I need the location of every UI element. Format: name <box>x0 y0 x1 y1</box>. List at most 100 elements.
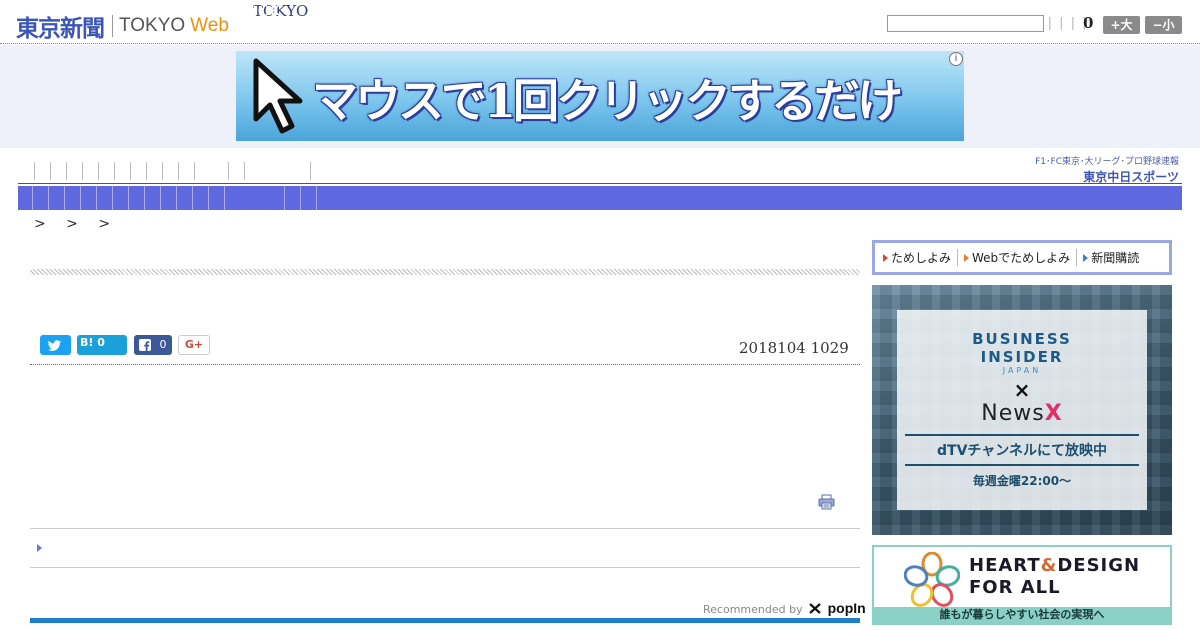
counter: 0 <box>1083 14 1094 32</box>
nav-separator <box>192 186 193 210</box>
ad-brand-line3: JAPAN <box>1002 366 1042 375</box>
list-arrow-icon[interactable] <box>37 544 42 552</box>
nav-item[interactable] <box>178 162 179 180</box>
ad-title-heart: HEART <box>969 555 1041 576</box>
triangle-icon <box>964 253 970 262</box>
web-trial-read-link[interactable]: Webでためしよみ <box>964 249 1078 266</box>
nav-separator <box>80 186 81 210</box>
hatena-icon: B! <box>80 336 94 349</box>
nav-item[interactable] <box>66 162 67 180</box>
banner-text: マウスで1回クリックするだけ <box>312 74 903 128</box>
breadcrumb[interactable]: > > > <box>34 216 118 232</box>
newsx-logo: NewsX <box>897 401 1147 426</box>
flower-logo-icon <box>904 552 960 607</box>
trial-read-link[interactable]: ためしよみ <box>883 249 959 266</box>
logo-japanese: 東京新聞 <box>16 16 105 42</box>
nav-item[interactable] <box>114 162 115 180</box>
nav-item[interactable] <box>162 162 163 180</box>
ad-title-line2: FOR ALL <box>969 577 1061 598</box>
nav-separator <box>144 186 145 210</box>
logo-tokyo: TOKYO <box>119 15 186 36</box>
nav-separator <box>160 186 161 210</box>
ad-title: HEART&DESIGN FOR ALL <box>969 555 1140 599</box>
category-nav <box>18 158 1018 184</box>
subscribe-link[interactable]: 新聞購読 <box>1083 249 1145 266</box>
nav-item[interactable] <box>98 162 99 180</box>
print-icon[interactable] <box>818 494 835 510</box>
ad-info-icon[interactable]: i <box>949 52 963 66</box>
triangle-icon <box>883 253 888 262</box>
nav-separator <box>48 186 49 210</box>
popin-logo-icon <box>809 603 821 614</box>
related-bottom-rule <box>30 567 860 568</box>
web-trial-read-label: Webでためしよみ <box>972 251 1071 265</box>
nav-item[interactable] <box>34 162 35 180</box>
business-insider-ad[interactable]: BUSINESS INSIDER JAPAN × NewsX dTVチャンネルに… <box>872 285 1172 535</box>
nav-item[interactable] <box>82 162 83 180</box>
twitter-icon <box>48 340 61 351</box>
ad-card: BUSINESS INSIDER JAPAN × NewsX dTVチャンネルに… <box>897 310 1147 510</box>
popin-brand: popIn <box>827 600 866 616</box>
nav-separator <box>208 186 209 210</box>
newsx-x: X <box>1044 401 1063 426</box>
section-footer-bar <box>30 618 860 623</box>
chunichi-sports-link[interactable]: F1･FC東京･大リーグ･プロ野球速報 東京中日スポーツ <box>1027 154 1179 185</box>
nav-item[interactable] <box>228 162 229 180</box>
facebook-count: 0 <box>159 338 167 351</box>
recommended-label: Recommended by <box>703 603 803 616</box>
nav-divider <box>18 183 1182 184</box>
font-size-small-button[interactable]: −小 <box>1145 16 1182 34</box>
triangle-icon <box>1083 253 1089 262</box>
section-nav <box>18 186 1182 210</box>
facebook-share-button[interactable]: 0 <box>134 335 172 355</box>
nav-separator <box>32 186 33 210</box>
nav-item[interactable] <box>310 162 311 180</box>
ext-link-caption: F1･FC東京･大リーグ･プロ野球速報 <box>1035 157 1179 167</box>
newsx-main: News <box>981 401 1045 426</box>
ad-brand-line2: INSIDER <box>980 348 1064 366</box>
nav-separator <box>176 186 177 210</box>
nav-separator <box>300 186 301 210</box>
nav-separator <box>96 186 97 210</box>
hatena-count: 0 <box>97 336 105 349</box>
logo-web: Web <box>190 15 229 36</box>
trial-read-label: ためしよみ <box>891 251 952 265</box>
banner-ad[interactable]: マウスで1回クリックするだけ <box>236 51 964 141</box>
ad-title-design: DESIGN <box>1057 555 1141 576</box>
google-plus-button[interactable]: G+ <box>178 335 210 355</box>
nav-separator <box>128 186 129 210</box>
recommended-by[interactable]: Recommended by popIn <box>703 600 866 616</box>
nav-item[interactable] <box>146 162 147 180</box>
heart-design-ad[interactable]: HEART&DESIGN FOR ALL 誰もが暮らしやすい社会の実現へ <box>872 545 1172 625</box>
ad-title-amp: & <box>1040 555 1058 576</box>
subscribe-label: 新聞購読 <box>1091 251 1140 265</box>
site-header: 東京新聞 TOKYO Web | | | | 0 +大 −小 <box>0 0 1200 44</box>
article-divider <box>30 269 860 275</box>
nav-item[interactable] <box>50 162 51 180</box>
nav-item[interactable] <box>244 162 245 180</box>
ad-brand-line1: BUSINESS <box>972 330 1072 348</box>
ad-cross: × <box>1013 378 1031 402</box>
facebook-icon <box>139 339 151 351</box>
related-top-rule <box>30 528 860 529</box>
nav-item-book[interactable]: BOOK <box>234 2 281 20</box>
search-input[interactable] <box>887 15 1044 32</box>
publish-date: 2018104 1029 <box>739 339 849 357</box>
ad-channel: dTVチャンネルにて放映中 <box>905 434 1139 466</box>
nav-separator <box>112 186 113 210</box>
nav-item[interactable] <box>130 162 131 180</box>
hatena-bookmark-button[interactable]: B! 0 <box>77 335 127 355</box>
nav-item[interactable] <box>194 162 195 180</box>
nav-separator <box>224 186 225 210</box>
twitter-share-button[interactable] <box>40 335 71 355</box>
nav-separator <box>64 186 65 210</box>
logo-divider <box>112 15 113 37</box>
article-header-divider <box>30 364 860 365</box>
ad-tagline: 誰もが暮らしやすい社会の実現へ <box>874 607 1170 623</box>
font-size-large-button[interactable]: +大 <box>1103 16 1140 34</box>
site-logo[interactable]: 東京新聞 TOKYO Web <box>16 9 229 43</box>
ad-schedule: 毎週金曜22:00〜 <box>972 474 1072 488</box>
nav-separator <box>316 186 317 210</box>
subscription-links: ためしよみ Webでためしよみ 新聞購読 <box>872 240 1172 275</box>
ext-link-title: 東京中日スポーツ <box>1083 170 1179 184</box>
